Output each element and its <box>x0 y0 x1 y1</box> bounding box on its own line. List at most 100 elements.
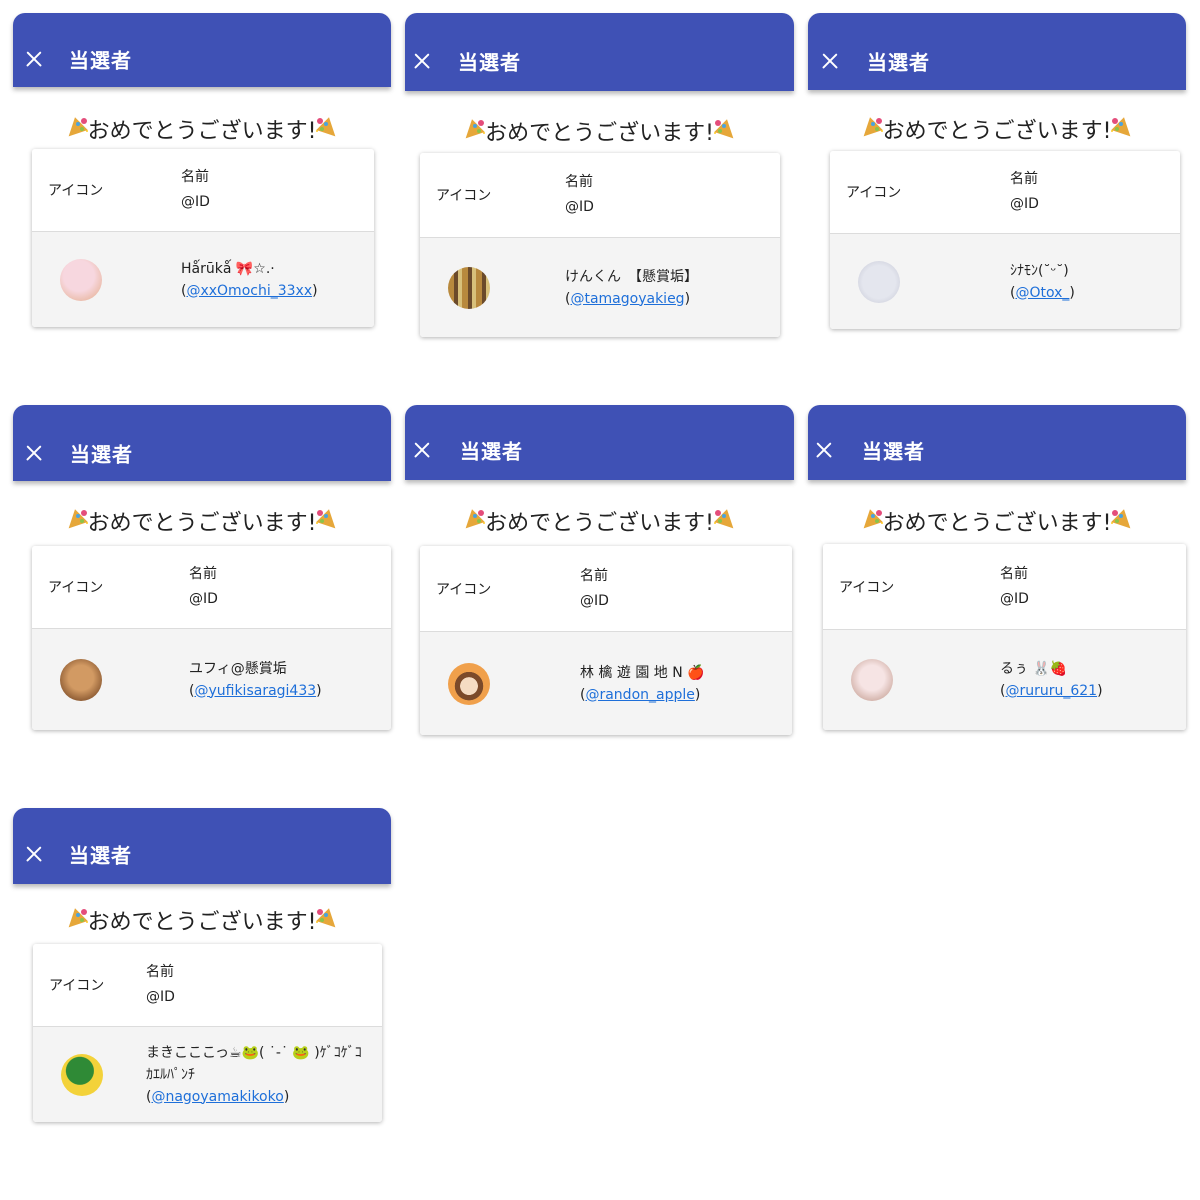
party-popper-icon <box>461 509 485 533</box>
column-header-icon: アイコン <box>48 580 104 596</box>
winner-handle-wrap: (@yufikisaragi433) <box>189 682 322 699</box>
table-header: アイコン 名前 @ID <box>32 546 391 629</box>
dialog-title: 当選者 <box>458 50 521 75</box>
column-header-name: 名前 @ID <box>146 964 175 1005</box>
winner-handle-link[interactable]: @xxOmochi_33xx <box>186 283 312 299</box>
winner-entry: けんくん 【懸賞垢】 (@tamagoyakieg) <box>565 266 698 310</box>
avatar[interactable] <box>448 662 490 705</box>
table-header: アイコン 名前 @ID <box>420 153 780 238</box>
party-popper-icon <box>64 509 88 533</box>
winner-name: ユフィ@懸賞垢 <box>189 660 287 677</box>
congrats-message: おめでとうございます! <box>808 505 1186 537</box>
dialog-header: 当選者 <box>405 405 794 480</box>
winner-handle-wrap: (@xxOmochi_33xx) <box>181 282 318 299</box>
winner-handle-link[interactable]: @Otox_ <box>1015 285 1069 301</box>
table-row: ｼﾅﾓﾝ(˘ᵕ˘) (@Otox_) <box>830 234 1180 329</box>
column-header-icon: アイコン <box>48 183 104 199</box>
winner-handle-wrap: (@rururu_621) <box>1000 683 1103 699</box>
winner-table: アイコン 名前 @ID Hǻrūkǻ 🎀☆.· (@xxOmochi_33xx) <box>32 149 374 327</box>
column-header-icon: アイコン <box>49 978 105 994</box>
column-header-name: 名前 @ID <box>580 567 609 609</box>
column-header-icon: アイコン <box>839 579 895 596</box>
winner-handle-wrap: (@nagoyamakikoko) <box>146 1088 290 1105</box>
table-row: けんくん 【懸賞垢】 (@tamagoyakieg) <box>420 238 780 337</box>
winner-handle-wrap: (@Otox_) <box>1010 284 1075 301</box>
avatar[interactable] <box>60 258 102 301</box>
column-header-icon: アイコン <box>846 185 902 201</box>
winner-handle-wrap: (@randon_apple) <box>580 686 701 703</box>
winner-table: アイコン 名前 @ID まきこここっ☕🐸( ˙-˙ 🐸 )ｹﾞｺｹﾞｺ ｶｴﾙﾊ… <box>33 944 382 1122</box>
party-popper-icon <box>64 908 88 932</box>
column-header-name: 名前 @ID <box>181 169 210 210</box>
close-icon[interactable] <box>813 439 835 461</box>
table-row: まきこここっ☕🐸( ˙-˙ 🐸 )ｹﾞｺｹﾞｺ ｶｴﾙﾊﾟﾝﾁ (@nagoya… <box>33 1027 382 1122</box>
column-header-icon: アイコン <box>436 188 492 204</box>
congrats-message: おめでとうございます! <box>13 904 391 936</box>
party-popper-icon <box>316 509 340 533</box>
winner-entry: ユフィ@懸賞垢 (@yufikisaragi433) <box>189 658 322 702</box>
winner-handle-link[interactable]: @randon_apple <box>585 687 694 703</box>
table-header: アイコン 名前 @ID <box>32 149 374 232</box>
column-header-name: 名前 @ID <box>1010 171 1039 212</box>
congrats-message: おめでとうございます! <box>808 113 1186 145</box>
winner-dialog: 当選者 おめでとうございます! アイコン 名前 @ID 林 檎 遊 園 地 N … <box>405 405 794 735</box>
table-header: アイコン 名前 @ID <box>823 544 1186 630</box>
close-icon[interactable] <box>411 50 433 72</box>
table-header: アイコン 名前 @ID <box>830 151 1180 234</box>
winner-name: 林 檎 遊 園 地 N 🍎 <box>580 664 705 681</box>
close-icon[interactable] <box>819 50 841 72</box>
dialog-title: 当選者 <box>70 442 133 467</box>
avatar[interactable] <box>851 659 893 701</box>
avatar[interactable] <box>60 658 102 701</box>
party-popper-icon <box>316 908 340 932</box>
dialog-title: 当選者 <box>862 439 925 464</box>
congrats-message: おめでとうございます! <box>405 115 794 147</box>
close-icon[interactable] <box>23 48 45 70</box>
winner-name: ｼﾅﾓﾝ(˘ᵕ˘) <box>1010 262 1069 279</box>
winner-dialog: 当選者 おめでとうございます! アイコン 名前 @ID Hǻrūkǻ 🎀☆.· … <box>13 13 391 333</box>
avatar[interactable] <box>858 260 900 303</box>
dialog-title: 当選者 <box>867 50 930 75</box>
winner-dialog: 当選者 おめでとうございます! アイコン 名前 @ID るぅ 🐰🍓 (@ruru… <box>808 405 1186 735</box>
winner-entry: まきこここっ☕🐸( ˙-˙ 🐸 )ｹﾞｺｹﾞｺ ｶｴﾙﾊﾟﾝﾁ (@nagoya… <box>146 1042 366 1108</box>
table-row: ユフィ@懸賞垢 (@yufikisaragi433) <box>32 629 391 730</box>
avatar[interactable] <box>61 1053 103 1096</box>
winner-handle-link[interactable]: @yufikisaragi433 <box>194 683 316 699</box>
dialog-header: 当選者 <box>13 405 391 481</box>
table-row: るぅ 🐰🍓 (@rururu_621) <box>823 630 1186 730</box>
party-popper-icon <box>714 509 738 533</box>
winner-table: アイコン 名前 @ID ｼﾅﾓﾝ(˘ᵕ˘) (@Otox_) <box>830 151 1180 329</box>
party-popper-icon <box>1111 117 1135 141</box>
column-header-name: 名前 @ID <box>1000 565 1029 607</box>
winner-dialog: 当選者 おめでとうございます! アイコン 名前 @ID けんくん 【懸賞垢】 (… <box>405 13 794 343</box>
dialog-header: 当選者 <box>405 13 794 91</box>
party-popper-icon <box>316 117 340 141</box>
winner-handle-link[interactable]: @rururu_621 <box>1005 683 1097 699</box>
dialog-title: 当選者 <box>69 843 132 868</box>
table-header: アイコン 名前 @ID <box>420 546 792 632</box>
party-popper-icon <box>859 117 883 141</box>
column-header-icon: アイコン <box>436 581 492 598</box>
winner-entry: ｼﾅﾓﾝ(˘ᵕ˘) (@Otox_) <box>1010 260 1075 304</box>
winner-table: アイコン 名前 @ID けんくん 【懸賞垢】 (@tamagoyakieg) <box>420 153 780 337</box>
column-header-name: 名前 @ID <box>565 174 594 215</box>
winner-entry: Hǻrūkǻ 🎀☆.· (@xxOmochi_33xx) <box>181 258 318 302</box>
winner-entry: るぅ 🐰🍓 (@rururu_621) <box>1000 658 1103 702</box>
table-row: 林 檎 遊 園 地 N 🍎 (@randon_apple) <box>420 632 792 735</box>
winner-dialog: 当選者 おめでとうございます! アイコン 名前 @ID ユフィ@懸賞垢 (@yu… <box>13 405 391 735</box>
close-icon[interactable] <box>23 442 45 464</box>
dialog-title: 当選者 <box>69 48 132 73</box>
table-row: Hǻrūkǻ 🎀☆.· (@xxOmochi_33xx) <box>32 232 374 327</box>
winner-handle-link[interactable]: @tamagoyakieg <box>570 291 684 307</box>
winner-name: まきこここっ☕🐸( ˙-˙ 🐸 )ｹﾞｺｹﾞｺ ｶｴﾙﾊﾟﾝﾁ <box>146 1044 362 1083</box>
close-icon[interactable] <box>23 843 45 865</box>
winner-handle-link[interactable]: @nagoyamakikoko <box>151 1089 283 1105</box>
avatar[interactable] <box>448 266 490 309</box>
winner-dialog: 当選者 おめでとうございます! アイコン 名前 @ID まきこここっ☕🐸( ˙-… <box>13 808 391 1138</box>
winner-name: けんくん 【懸賞垢】 <box>565 268 698 285</box>
close-icon[interactable] <box>411 439 433 461</box>
congrats-message: おめでとうございます! <box>405 505 794 537</box>
dialog-title: 当選者 <box>460 439 523 464</box>
dialog-header: 当選者 <box>808 405 1186 480</box>
congrats-message: おめでとうございます! <box>13 505 391 537</box>
